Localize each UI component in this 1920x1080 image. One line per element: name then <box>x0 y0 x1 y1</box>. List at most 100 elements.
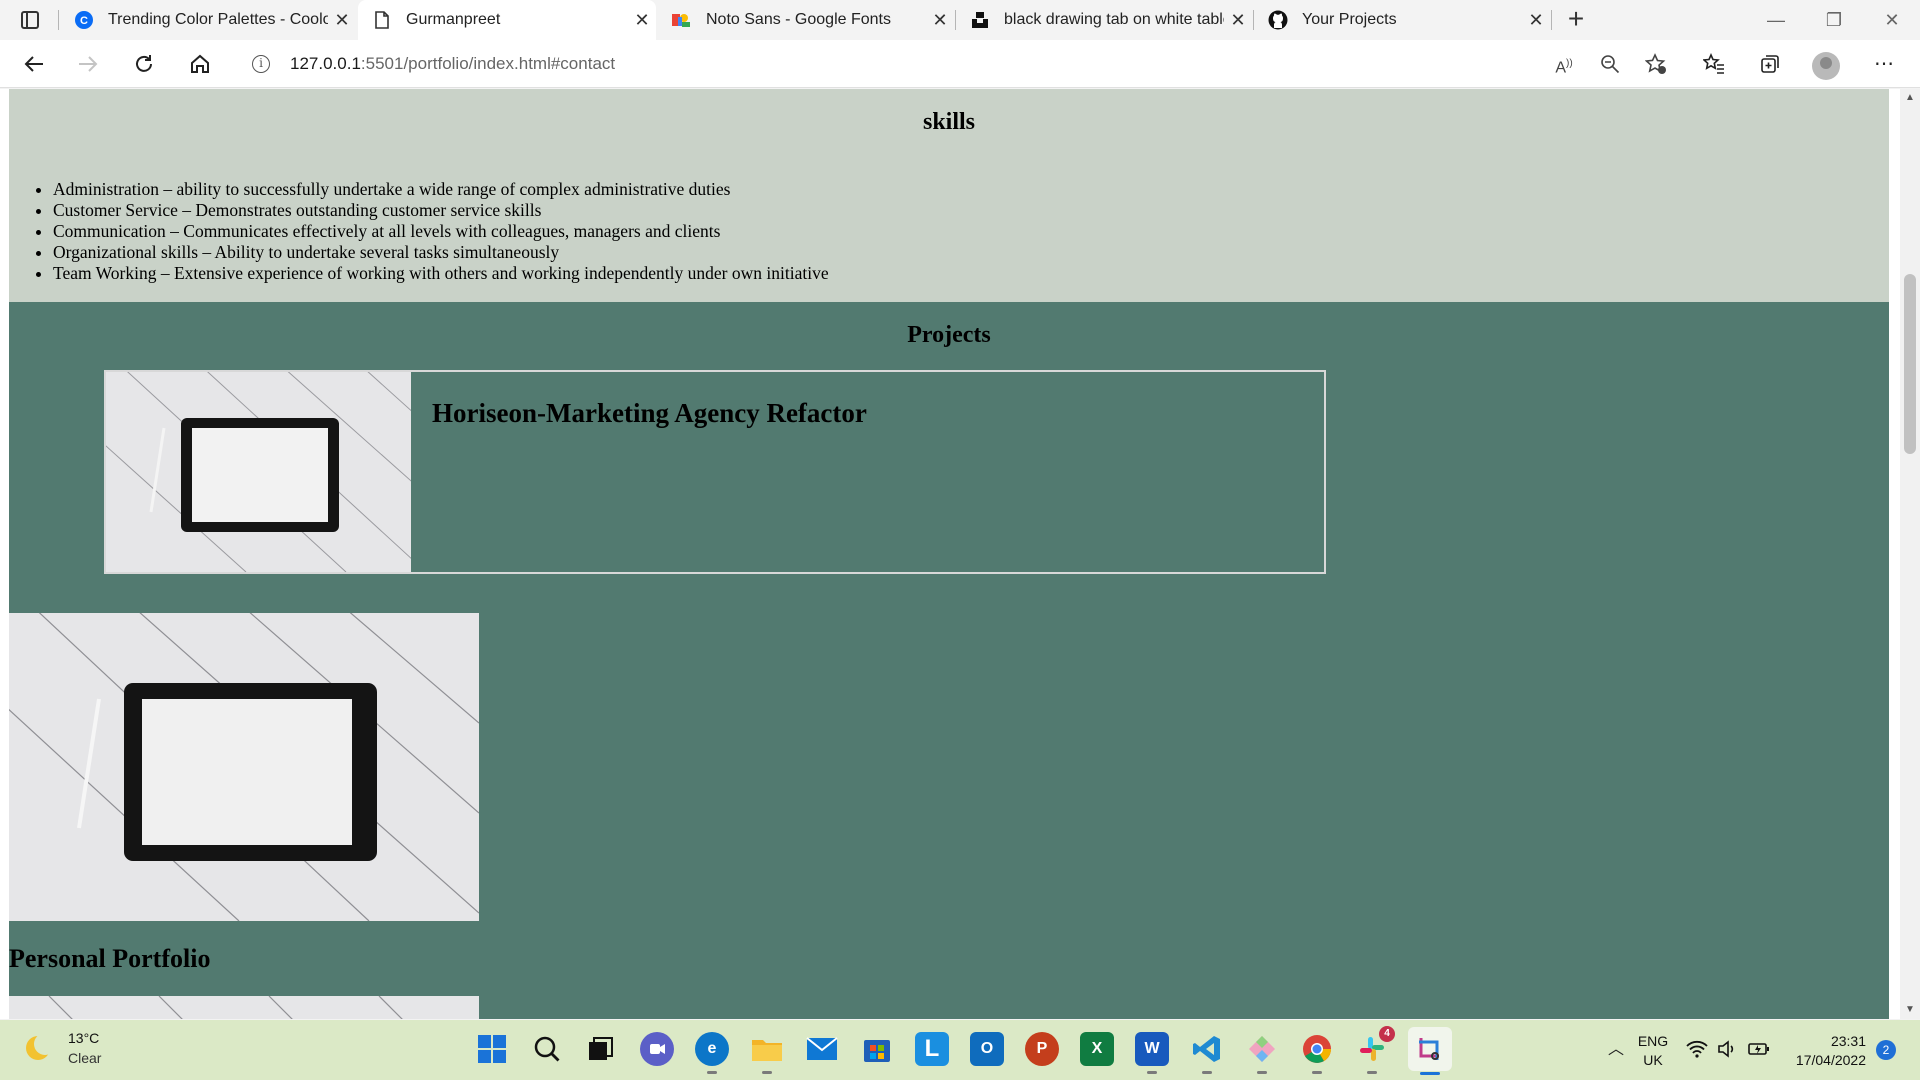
back-icon[interactable] <box>16 48 52 80</box>
skill-item: Customer Service – Demonstrates outstand… <box>53 200 829 221</box>
scroll-down-icon[interactable]: ▼ <box>1900 1001 1920 1019</box>
new-tab-icon[interactable]: + <box>1560 4 1592 36</box>
tab-strip: C Trending Color Palettes - Coolors ✕ Gu… <box>0 0 1920 40</box>
more-menu-icon[interactable]: ⋯ <box>1866 48 1902 80</box>
close-icon[interactable]: ✕ <box>1522 10 1550 31</box>
google-fonts-icon <box>672 10 692 30</box>
add-favorite-icon[interactable] <box>1638 48 1674 80</box>
notification-badge[interactable]: 2 <box>1876 1040 1896 1060</box>
tab-google-fonts[interactable]: Noto Sans - Google Fonts ✕ <box>658 0 954 40</box>
skill-item: Team Working – Extensive experience of w… <box>53 263 829 284</box>
tab-unsplash[interactable]: black drawing tab on white table ✕ <box>956 0 1252 40</box>
language-primary: ENG <box>1637 1033 1669 1049</box>
project-thumbnail-image <box>106 372 411 572</box>
start-icon[interactable] <box>475 1032 509 1066</box>
store-icon[interactable] <box>860 1032 894 1066</box>
weather-widget[interactable]: 13°C Clear <box>26 1028 101 1068</box>
read-aloud-icon[interactable]: A)) <box>1546 48 1582 80</box>
scroll-up-icon[interactable]: ▲ <box>1900 89 1920 107</box>
skills-list: Administration – ability to successfully… <box>53 179 829 284</box>
tab-coolors[interactable]: C Trending Color Palettes - Coolors ✕ <box>60 0 356 40</box>
clock[interactable]: 23:31 17/04/2022 <box>1780 1032 1866 1070</box>
restore-icon[interactable]: ❐ <box>1806 0 1862 40</box>
battery-icon[interactable] <box>1746 1032 1772 1066</box>
skill-item: Administration – ability to successfully… <box>53 179 829 200</box>
weather-condition: Clear <box>68 1050 102 1066</box>
task-view-icon[interactable] <box>583 1032 617 1066</box>
tab-github[interactable]: Your Projects ✕ <box>1254 0 1550 40</box>
url-path: :5501/portfolio/index.html#contact <box>360 54 616 73</box>
windows-taskbar: 13°C Clear e L O P X W 4 ︿ ENG UK 23:31 … <box>0 1020 1920 1080</box>
profile-avatar[interactable] <box>1812 52 1840 80</box>
project-card-title[interactable]: Horiseon-Marketing Agency Refactor <box>432 398 867 429</box>
projects-section: Projects Horiseon-Marketing Agency Refac… <box>9 302 1889 1019</box>
chat-icon[interactable] <box>640 1032 674 1066</box>
minimize-icon[interactable]: — <box>1748 0 1804 40</box>
close-icon[interactable]: ✕ <box>926 10 954 31</box>
tab-separator <box>1551 10 1552 30</box>
refresh-icon[interactable] <box>126 48 162 80</box>
forward-icon[interactable] <box>70 48 106 80</box>
project-card[interactable]: Horiseon-Marketing Agency Refactor <box>104 370 1326 574</box>
project-image[interactable] <box>9 996 479 1019</box>
site-info-icon[interactable]: i <box>252 55 270 73</box>
tab-actions-icon[interactable] <box>12 6 48 34</box>
zoom-icon[interactable] <box>1592 48 1628 80</box>
snipping-tool-icon[interactable] <box>1408 1027 1452 1075</box>
tab-gurmanpreet[interactable]: Gurmanpreet ✕ <box>358 0 656 40</box>
projects-heading: Projects <box>907 322 991 348</box>
skill-item: Organizational skills – Ability to under… <box>53 242 829 263</box>
word-icon[interactable]: W <box>1135 1032 1169 1074</box>
scrollbar-thumb[interactable] <box>1904 274 1916 454</box>
page-scrollbar[interactable]: ▲ ▼ <box>1900 89 1920 1019</box>
vscode-icon[interactable] <box>1190 1032 1224 1074</box>
home-icon[interactable] <box>182 48 218 80</box>
clock-date: 17/04/2022 <box>1795 1052 1866 1068</box>
volume-icon[interactable] <box>1714 1032 1740 1066</box>
wifi-icon[interactable] <box>1684 1032 1710 1066</box>
skills-section: skills Administration – ability to succe… <box>9 89 1889 302</box>
slack-icon[interactable]: 4 <box>1355 1026 1395 1074</box>
show-hidden-icons-icon[interactable]: ︿ <box>1598 1034 1634 1066</box>
svg-text:C: C <box>80 15 88 27</box>
skill-item: Communication – Communicates effectively… <box>53 221 829 242</box>
edge-icon[interactable]: e <box>695 1032 729 1074</box>
tab-title: Gurmanpreet <box>406 11 501 28</box>
project-image[interactable] <box>9 613 479 921</box>
close-icon[interactable]: ✕ <box>328 10 356 31</box>
chrome-icon[interactable] <box>1300 1032 1334 1074</box>
l-app-icon[interactable]: L <box>915 1032 949 1066</box>
url-host: 127.0.0.1 <box>290 54 361 73</box>
project-title[interactable]: Personal Portfolio <box>9 944 210 974</box>
favorites-icon[interactable] <box>1696 48 1732 80</box>
close-icon[interactable]: ✕ <box>1224 10 1252 31</box>
tab-title: Trending Color Palettes - Coolors <box>108 11 328 28</box>
collections-icon[interactable] <box>1752 48 1788 80</box>
language-secondary: UK <box>1643 1052 1663 1068</box>
page-icon <box>372 10 392 30</box>
weather-temperature: 13°C <box>68 1030 100 1046</box>
excel-icon[interactable]: X <box>1080 1032 1114 1066</box>
moon-icon <box>26 1033 56 1060</box>
tab-title: Your Projects <box>1302 11 1397 28</box>
outlook-icon[interactable]: O <box>970 1032 1004 1066</box>
window-close-icon[interactable]: ✕ <box>1864 0 1920 40</box>
browser-toolbar: i 127.0.0.1:5501/portfolio/index.html#co… <box>0 40 1920 88</box>
page-viewport: skills Administration – ability to succe… <box>0 89 1900 1019</box>
close-icon[interactable]: ✕ <box>628 10 656 31</box>
git-app-icon[interactable] <box>1245 1032 1279 1074</box>
skills-heading: skills <box>922 109 976 135</box>
language-indicator[interactable]: ENG UK <box>1630 1032 1676 1070</box>
slack-badge: 4 <box>1379 1026 1395 1042</box>
tab-separator <box>58 10 59 30</box>
clock-time: 23:31 <box>1830 1033 1866 1049</box>
file-explorer-icon[interactable] <box>750 1032 784 1074</box>
unsplash-icon <box>970 10 990 30</box>
github-icon <box>1268 10 1288 30</box>
mail-icon[interactable] <box>805 1032 839 1066</box>
tab-title: Noto Sans - Google Fonts <box>706 11 891 28</box>
search-icon[interactable] <box>530 1032 564 1066</box>
powerpoint-icon[interactable]: P <box>1025 1032 1059 1066</box>
address-bar[interactable]: i 127.0.0.1:5501/portfolio/index.html#co… <box>234 46 1684 82</box>
tab-title: black drawing tab on white table <box>1004 11 1224 28</box>
